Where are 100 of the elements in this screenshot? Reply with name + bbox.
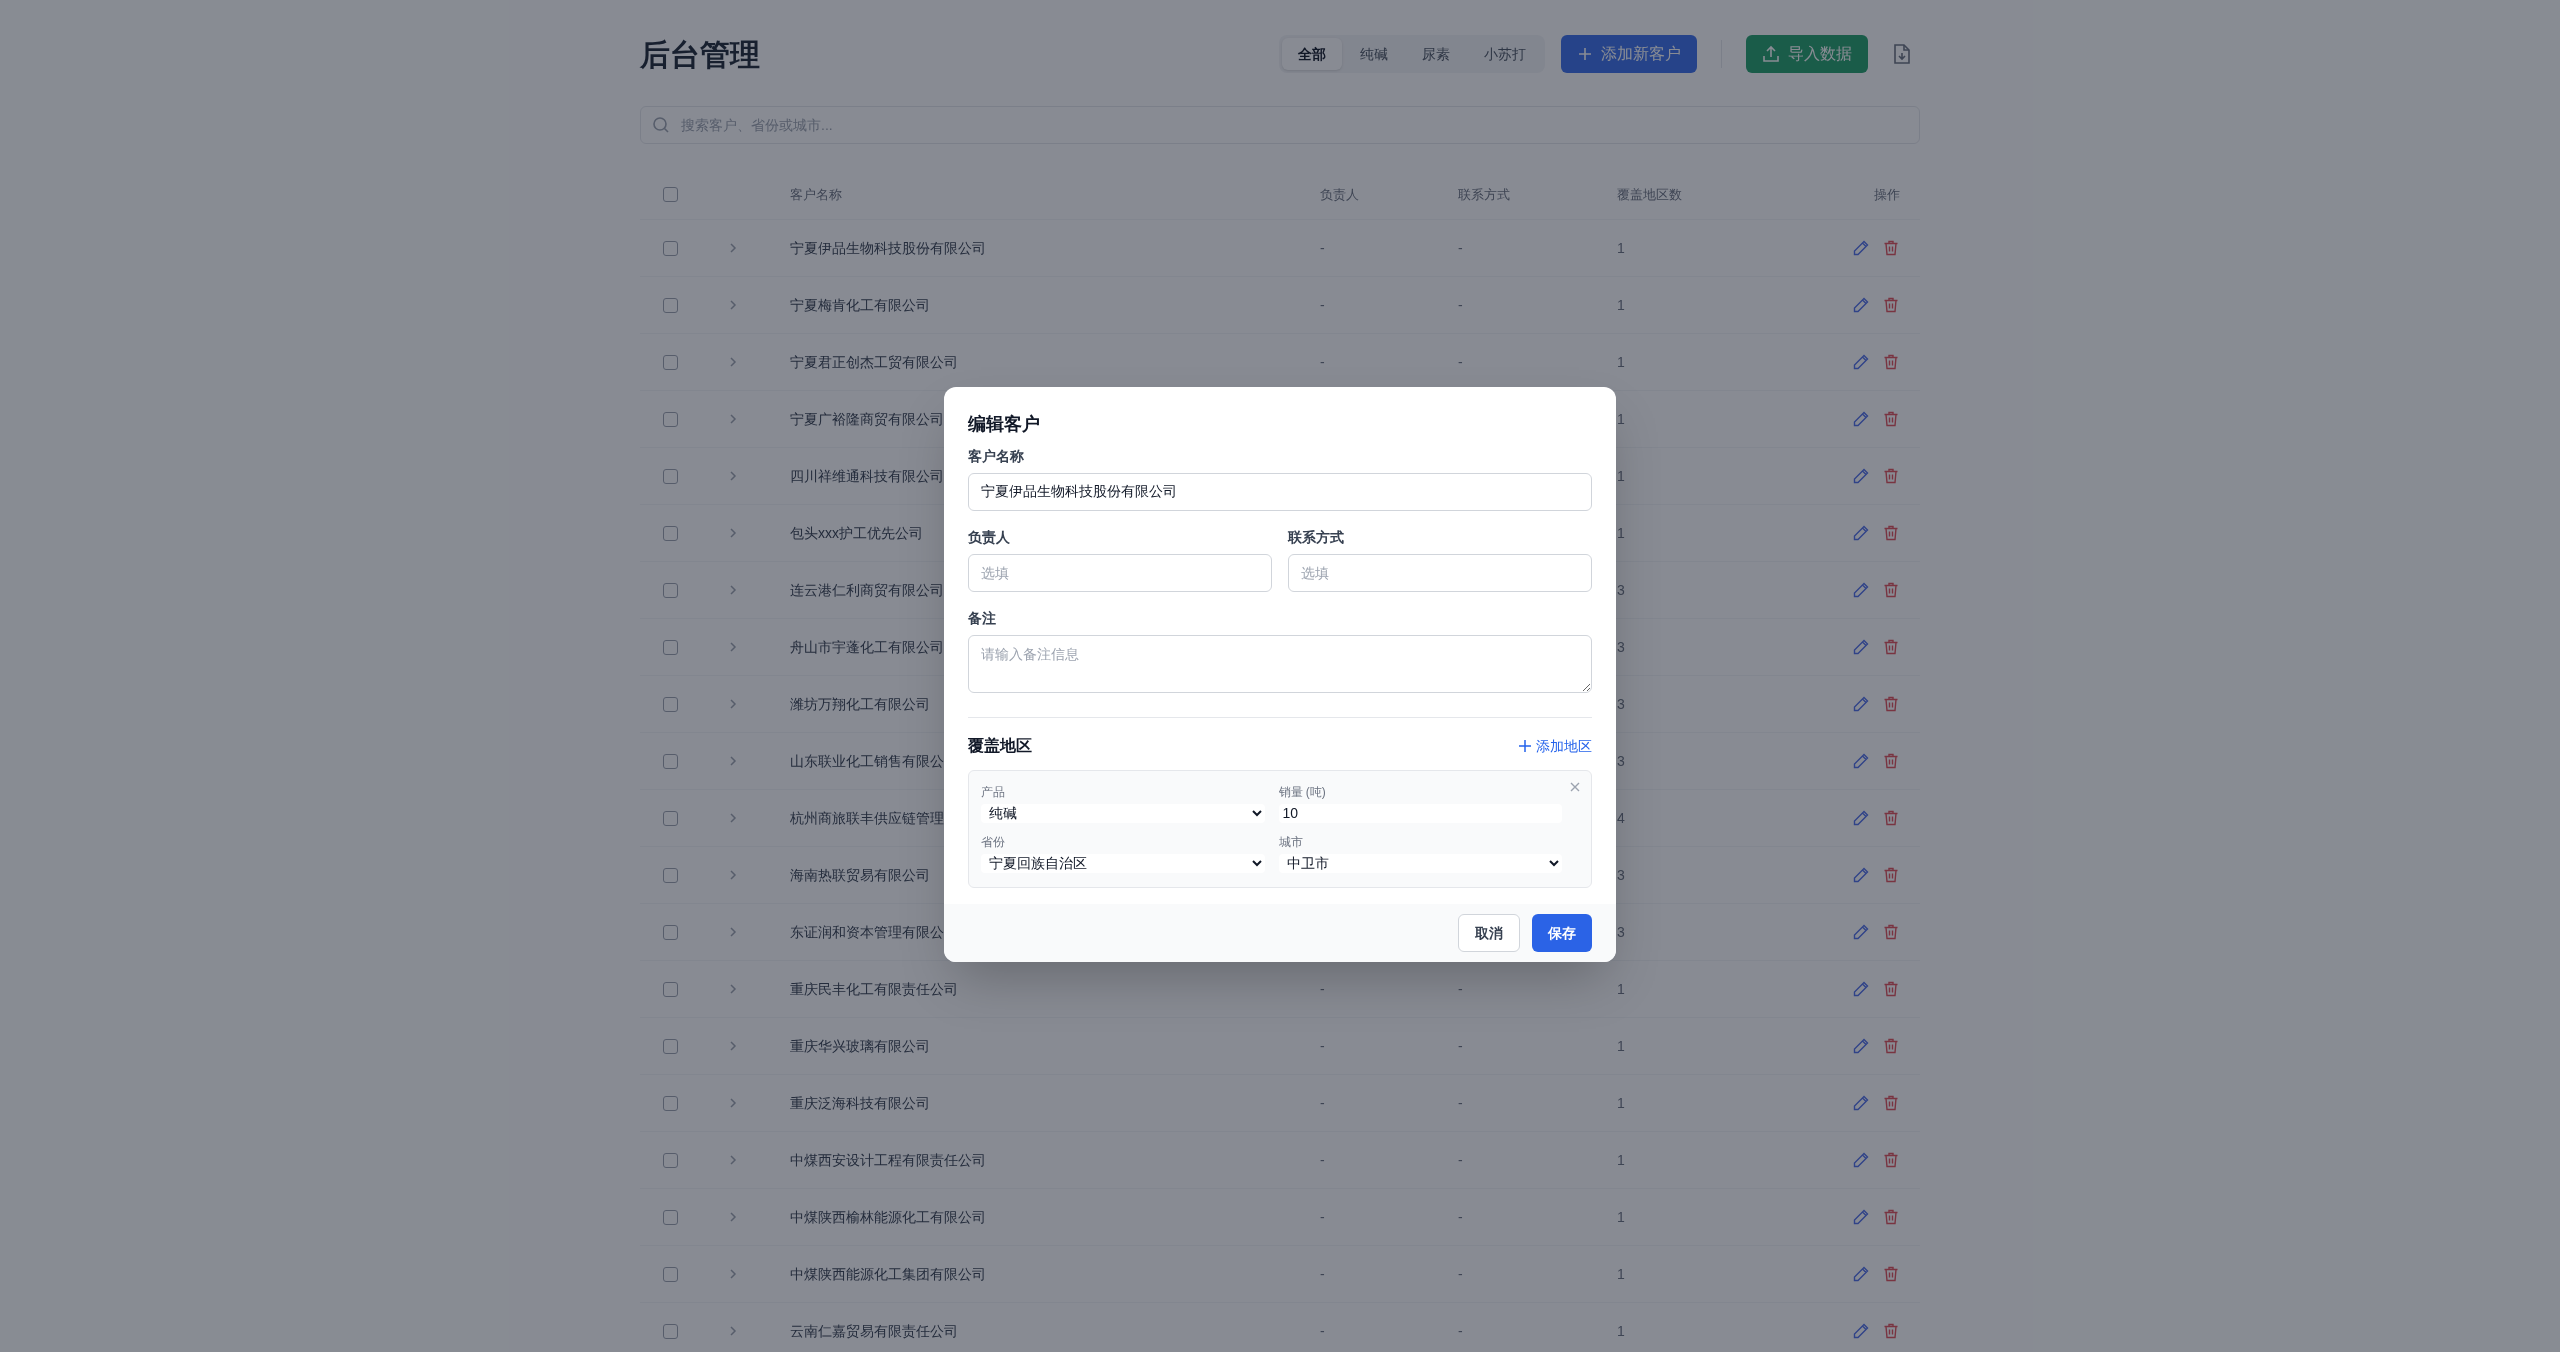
chevron-icon[interactable] [728,1268,738,1280]
trash-icon[interactable] [1882,1094,1900,1112]
trash-icon[interactable] [1882,980,1900,998]
checkbox[interactable] [662,411,678,427]
filter-tab[interactable]: 尿素 [1406,38,1466,70]
checkbox[interactable] [662,297,678,313]
chevron-icon[interactable] [728,584,738,596]
trash-icon[interactable] [1882,752,1900,770]
note-field[interactable]: 请输入备注信息 [968,635,1592,693]
edit-icon[interactable] [1852,296,1870,314]
trash-icon[interactable] [1882,353,1900,371]
checkbox[interactable] [662,240,678,256]
contact-field[interactable]: 选填 [1288,554,1592,592]
chevron-icon[interactable] [728,1325,738,1337]
chevron-icon[interactable] [728,641,738,653]
checkbox[interactable] [662,525,678,541]
checkbox[interactable] [662,468,678,484]
checkbox[interactable] [662,639,678,655]
owner-field[interactable]: 选填 [968,554,1272,592]
chevron-icon[interactable] [728,299,738,311]
chevron-icon[interactable] [728,983,738,995]
chevron-icon[interactable] [728,470,738,482]
checkbox[interactable] [662,1266,678,1282]
checkbox[interactable] [662,696,678,712]
chevron-icon[interactable] [728,413,738,425]
checkbox[interactable] [662,1209,678,1225]
edit-icon[interactable] [1852,1037,1870,1055]
checkbox[interactable] [662,1038,678,1054]
save-button[interactable]: 保存 [1532,914,1592,952]
chevron-icon[interactable] [728,869,738,881]
add-customer-button[interactable]: 添加新客户 [1561,35,1697,73]
trash-icon[interactable] [1882,1265,1900,1283]
edit-icon[interactable] [1852,1322,1870,1340]
edit-icon[interactable] [1852,1151,1870,1169]
chevron-icon[interactable] [728,755,738,767]
trash-icon[interactable] [1882,296,1900,314]
chevron-icon[interactable] [728,356,738,368]
checkbox[interactable] [662,1095,678,1111]
volume-field[interactable]: 10 [1278,804,1562,823]
dialog-title: 编辑客户 [968,413,1041,436]
checkbox[interactable] [662,924,678,940]
edit-icon[interactable] [1852,524,1870,542]
trash-icon[interactable] [1882,467,1900,485]
filter-tab[interactable]: 纯碱 [1344,38,1404,70]
checkbox[interactable] [662,582,678,598]
trash-icon[interactable] [1882,581,1900,599]
checkbox[interactable] [662,981,678,997]
file-download-icon[interactable] [1892,43,1912,65]
edit-icon[interactable] [1852,752,1870,770]
trash-icon[interactable] [1882,524,1900,542]
checkbox[interactable] [662,810,678,826]
customer-name-field[interactable]: 宁夏伊品生物科技股份有限公司 [968,473,1592,511]
trash-icon[interactable] [1882,923,1900,941]
edit-icon[interactable] [1852,809,1870,827]
trash-icon[interactable] [1882,1208,1900,1226]
checkbox[interactable] [662,187,678,202]
chevron-icon[interactable] [728,1097,738,1109]
chevron-icon[interactable] [728,1154,738,1166]
add-region-link[interactable]: 添加地区 [1518,735,1592,757]
province-select[interactable]: 宁夏回族自治区 [981,853,1265,873]
checkbox[interactable] [662,354,678,370]
cancel-button[interactable]: 取消 [1458,914,1520,952]
edit-icon[interactable] [1852,410,1870,428]
filter-tab[interactable]: 全部 [1282,38,1342,70]
checkbox[interactable] [662,1152,678,1168]
edit-icon[interactable] [1852,353,1870,371]
close-icon[interactable] [1569,781,1581,793]
chevron-icon[interactable] [728,242,738,254]
checkbox[interactable] [662,867,678,883]
edit-icon[interactable] [1852,695,1870,713]
chevron-icon[interactable] [728,1040,738,1052]
chevron-icon[interactable] [728,698,738,710]
trash-icon[interactable] [1882,1037,1900,1055]
chevron-icon[interactable] [728,527,738,539]
trash-icon[interactable] [1882,1151,1900,1169]
filter-tab[interactable]: 小苏打 [1468,38,1542,70]
trash-icon[interactable] [1882,866,1900,884]
edit-icon[interactable] [1852,1265,1870,1283]
trash-icon[interactable] [1882,695,1900,713]
edit-icon[interactable] [1852,1094,1870,1112]
trash-icon[interactable] [1882,638,1900,656]
edit-icon[interactable] [1852,467,1870,485]
edit-icon[interactable] [1852,638,1870,656]
chevron-icon[interactable] [728,812,738,824]
trash-icon[interactable] [1882,410,1900,428]
city-select[interactable]: 中卫市 [1278,853,1562,873]
edit-icon[interactable] [1852,581,1870,599]
trash-icon[interactable] [1882,239,1900,257]
product-select[interactable]: 纯碱 [981,803,1265,823]
chevron-icon[interactable] [728,1211,738,1223]
chevron-icon[interactable] [728,926,738,938]
edit-icon[interactable] [1852,239,1870,257]
edit-icon[interactable] [1852,980,1870,998]
checkbox[interactable] [662,1323,678,1339]
edit-icon[interactable] [1852,923,1870,941]
edit-icon[interactable] [1852,866,1870,884]
trash-icon[interactable] [1882,809,1900,827]
edit-icon[interactable] [1852,1208,1870,1226]
trash-icon[interactable] [1882,1322,1900,1340]
checkbox[interactable] [662,753,678,769]
